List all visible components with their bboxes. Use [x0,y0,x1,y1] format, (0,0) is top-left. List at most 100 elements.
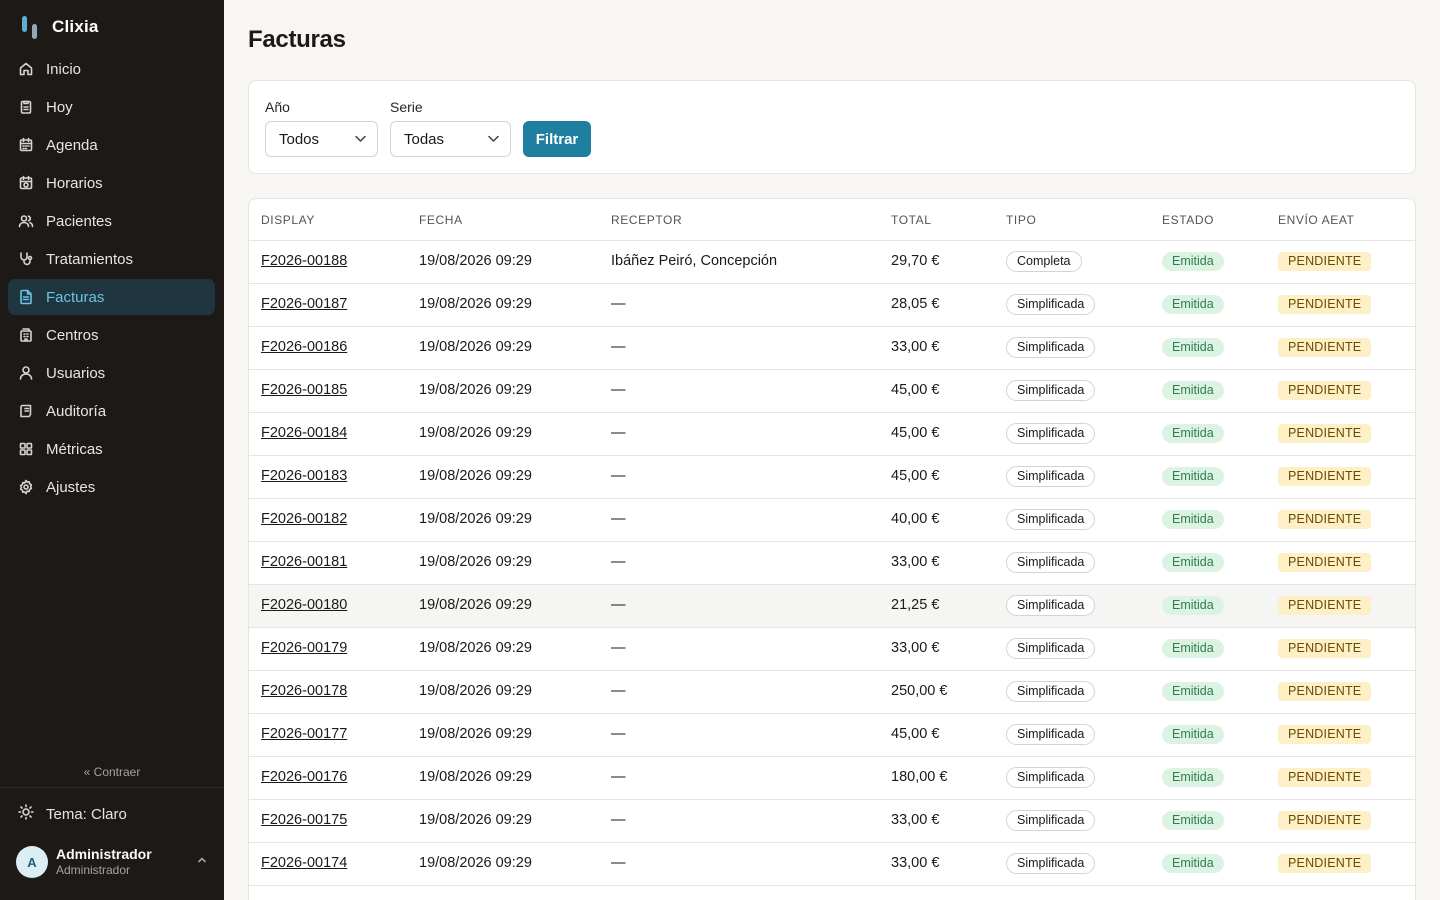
table-row[interactable]: F2026-00178 19/08/2026 09:29 — 250,00 € Simp… [249,671,1415,714]
sidebar-item-label: Agenda [46,136,98,154]
logo-icon [20,15,40,39]
collapse-sidebar-button[interactable]: « Contraer [0,765,224,779]
sidebar-divider [0,787,224,788]
chevron-down-icon [355,135,366,142]
invoice-link[interactable]: F2026-00186 [261,339,347,355]
sidebar-item-inicio[interactable]: Inicio [8,51,215,87]
invoice-link[interactable]: F2026-00183 [261,468,347,484]
invoice-link[interactable]: F2026-00184 [261,425,347,441]
table-row[interactable]: F2026-00188 19/08/2026 09:29 Ibáñez Peiró,… [249,241,1415,284]
status-badge: Emitida [1162,725,1224,744]
invoice-link[interactable]: F2026-00175 [261,812,347,828]
sidebar-item-label: Métricas [46,440,103,458]
sidebar-item-agenda[interactable]: Agenda [8,127,215,163]
invoice-link[interactable]: F2026-00181 [261,554,347,570]
invoice-recipient: — [611,468,626,484]
invoice-type-badge: Simplificada [1006,337,1096,358]
invoice-link[interactable]: F2026-00176 [261,769,347,785]
filter-button[interactable]: Filtrar [523,121,591,157]
column-header: Total [891,213,932,227]
table-row[interactable]: F2026-00176 19/08/2026 09:29 — 180,00 € Simp… [249,757,1415,800]
sidebar-item-facturas[interactable]: Facturas [8,279,215,315]
aeat-status-badge: PENDIENTE [1278,424,1372,443]
invoice-link[interactable]: F2026-00182 [261,511,347,527]
theme-toggle[interactable]: Tema: Claro [18,803,127,825]
sidebar-item-label: Horarios [46,174,103,192]
table-row[interactable]: F2026-00181 19/08/2026 09:29 — 33,00 € Simpl… [249,542,1415,585]
sidebar-item-metricas[interactable]: Métricas [8,431,215,467]
sidebar-item-label: Usuarios [46,364,106,382]
page-title: Facturas [248,26,346,53]
invoice-date: 19/08/2026 09:29 [419,726,532,742]
grid-icon [18,441,34,457]
table-row[interactable]: F2026-00185 19/08/2026 09:29 — 45,00 € Simpl… [249,370,1415,413]
aeat-status-badge: PENDIENTE [1278,725,1372,744]
series-select-value: Todas [404,130,445,148]
table-row[interactable]: F2026-00180 19/08/2026 09:29 — 21,25 € Simpl… [249,585,1415,628]
invoice-link[interactable]: F2026-00188 [261,253,347,269]
invoice-type-badge: Simplificada [1006,509,1096,530]
invoice-date: 19/08/2026 09:29 [419,468,532,484]
sidebar-item-pacientes[interactable]: Pacientes [8,203,215,239]
status-badge: Emitida [1162,682,1224,701]
table-row[interactable]: F2026-00184 19/08/2026 09:29 — 45,00 € Simpl… [249,413,1415,456]
invoice-link[interactable]: F2026-00177 [261,726,347,742]
invoice-type-badge: Simplificada [1006,767,1096,788]
invoice-total: 33,00 € [891,339,940,355]
stethoscope-icon [18,251,34,267]
invoice-total: 29,70 € [891,253,940,269]
sidebar-item-horarios[interactable]: Horarios [8,165,215,201]
invoice-recipient: — [611,640,626,656]
table-row[interactable]: F2026-00175 19/08/2026 09:29 — 33,00 € Simpl… [249,800,1415,843]
sidebar-item-usuarios[interactable]: Usuarios [8,355,215,391]
sidebar-item-label: Pacientes [46,212,112,230]
brand[interactable]: Clixia [20,14,99,40]
status-badge: Emitida [1162,596,1224,615]
invoice-date: 19/08/2026 09:29 [419,425,532,441]
invoice-recipient: — [611,597,626,613]
home-icon [18,61,34,77]
table-row[interactable]: F2026-00179 19/08/2026 09:29 — 33,00 € Simpl… [249,628,1415,671]
invoice-link[interactable]: F2026-00180 [261,597,347,613]
invoice-total: 250,00 € [891,683,948,699]
series-select[interactable]: Todas [390,121,511,157]
clipboard-icon [18,99,34,115]
status-badge: Emitida [1162,467,1224,486]
column-header: Display [261,213,315,227]
table-row[interactable]: F2026-00183 19/08/2026 09:29 — 45,00 € Simpl… [249,456,1415,499]
invoice-link[interactable]: F2026-00178 [261,683,347,699]
sidebar-item-ajustes[interactable]: Ajustes [8,469,215,505]
table-row[interactable]: F2026-00182 19/08/2026 09:29 — 40,00 € Simpl… [249,499,1415,542]
invoice-date: 19/08/2026 09:29 [419,511,532,527]
user-menu[interactable]: A Administrador Administrador [16,845,208,879]
year-select[interactable]: Todos [265,121,378,157]
invoice-date: 19/08/2026 09:29 [419,683,532,699]
year-filter-label: Año [265,99,290,115]
sidebar-item-auditoria[interactable]: Auditoría [8,393,215,429]
calendar-clock-icon [18,175,34,191]
invoice-link[interactable]: F2026-00185 [261,382,347,398]
invoice-link[interactable]: F2026-00187 [261,296,347,312]
sidebar-item-centros[interactable]: Centros [8,317,215,353]
table-row[interactable]: F2026-00186 19/08/2026 09:29 — 33,00 € Simpl… [249,327,1415,370]
sidebar-nav: Inicio Hoy Agenda Horarios Pacientes Tratamie… [8,51,215,507]
year-select-value: Todos [279,130,320,148]
table-row[interactable]: F2026-00174 19/08/2026 09:29 — 33,00 € Simpl… [249,843,1415,886]
series-filter-label: Serie [390,99,423,115]
invoice-type-badge: Simplificada [1006,853,1096,874]
aeat-status-badge: PENDIENTE [1278,467,1372,486]
invoice-link[interactable]: F2026-00174 [261,855,347,871]
column-header: Estado [1162,213,1215,227]
invoice-date: 19/08/2026 09:29 [419,253,532,269]
table-row[interactable]: F2026-00177 19/08/2026 09:29 — 45,00 € Simpl… [249,714,1415,757]
sidebar-item-hoy[interactable]: Hoy [8,89,215,125]
users-icon [18,213,34,229]
status-badge: Emitida [1162,295,1224,314]
invoice-type-badge: Simplificada [1006,681,1096,702]
status-badge: Emitida [1162,252,1224,271]
table-row[interactable]: F2026-00187 19/08/2026 09:29 — 28,05 € Simpl… [249,284,1415,327]
aeat-status-badge: PENDIENTE [1278,768,1372,787]
sidebar-item-tratamientos[interactable]: Tratamientos [8,241,215,277]
table-row[interactable] [249,886,1415,900]
invoice-link[interactable]: F2026-00179 [261,640,347,656]
